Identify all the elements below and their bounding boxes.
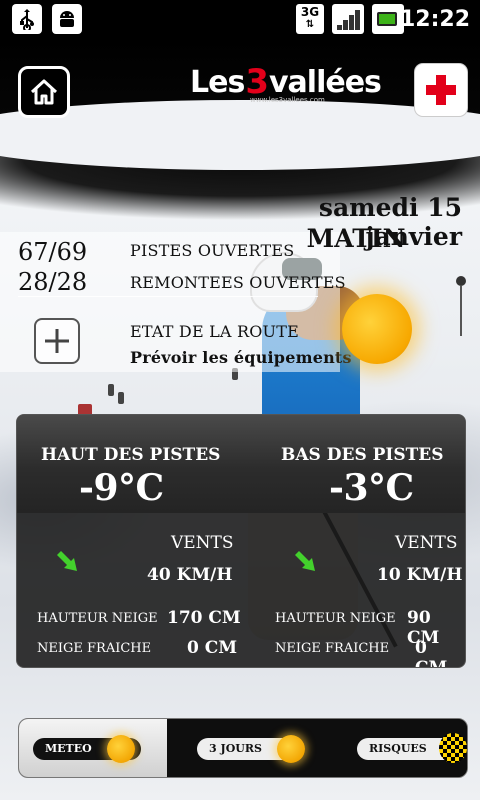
distant-skier: [108, 384, 114, 396]
status-bar: 3G ⇅ 12:22: [0, 0, 480, 38]
route-value: Prévoir les équipements: [130, 348, 352, 367]
emergency-button[interactable]: [415, 64, 467, 116]
top-wind-label: VENTS: [171, 533, 234, 553]
wind-direction-arrow-icon: [57, 551, 77, 571]
route-label: ETAT DE LA ROUTE: [130, 322, 299, 341]
piste-marker-pole: [456, 276, 466, 336]
sun-icon: [342, 294, 412, 364]
app-screen: 3G ⇅ 12:22 Les 3 vallées www.les3vallees.c…: [0, 0, 480, 800]
bottom-fresh-snow-value: 0 CM: [415, 638, 448, 668]
tab-risques[interactable]: RISQUES: [317, 719, 467, 777]
pistes-label: PISTES OUVERTES: [130, 241, 295, 260]
pistes-count: 67/69: [18, 238, 88, 266]
usb-icon: [12, 4, 42, 34]
home-button[interactable]: [18, 66, 70, 118]
bottom-wind-label: VENTS: [395, 533, 458, 553]
bottom-slopes-title: BAS DES PISTES: [281, 445, 444, 465]
logo-url: www.les3vallees.com: [250, 96, 325, 104]
clock: 12:22: [399, 7, 470, 32]
top-fresh-snow-value: 0 CM: [187, 638, 238, 658]
distant-skier: [118, 392, 124, 404]
network-label: 3G: [300, 5, 320, 19]
snow-horizon: [0, 100, 480, 170]
plus-icon: [45, 329, 69, 353]
top-wind-value: 40 KM/H: [147, 565, 233, 585]
network-3g-icon: 3G ⇅: [296, 4, 324, 34]
bottom-slopes-temperature: -3°C: [329, 467, 414, 509]
checker-flag-icon: [439, 733, 467, 763]
bottom-wind-value: 10 KM/H: [377, 565, 463, 585]
weather-panel: HAUT DES PISTES BAS DES PISTES -9°C -3°C…: [16, 414, 466, 668]
bottom-snow-height-label: HAUTEUR NEIGE: [275, 611, 396, 626]
sun-icon: [107, 735, 135, 763]
top-slopes-title: HAUT DES PISTES: [41, 445, 221, 465]
signal-icon: [332, 4, 364, 34]
top-slopes-temperature: -9°C: [79, 467, 164, 509]
bottom-fresh-snow-label: NEIGE FRAICHE: [275, 641, 390, 656]
tab-meteo[interactable]: METEO: [19, 719, 167, 777]
tab-3-jours[interactable]: 3 JOURS: [167, 719, 317, 777]
remontees-label: REMONTEES OUVERTES: [130, 273, 346, 292]
bottom-tab-bar: METEO 3 JOURS RISQUES: [18, 718, 468, 778]
wind-direction-arrow-icon: [295, 551, 315, 571]
top-fresh-snow-label: NEIGE FRAICHE: [37, 641, 152, 656]
top-snow-height-value: 170 CM: [167, 608, 241, 628]
period-label: MATIN: [306, 224, 406, 253]
sun-icon: [277, 735, 305, 763]
top-snow-height-label: HAUTEUR NEIGE: [37, 611, 158, 626]
route-details-button[interactable]: [34, 318, 80, 364]
remontees-count: 28/28: [18, 268, 88, 296]
logo-text-left: Les: [190, 64, 245, 100]
red-cross-icon: [426, 75, 456, 105]
logo-text-right: vallées: [269, 64, 382, 100]
home-icon: [30, 79, 58, 105]
android-debug-icon: [52, 4, 82, 34]
divider: [18, 296, 318, 297]
